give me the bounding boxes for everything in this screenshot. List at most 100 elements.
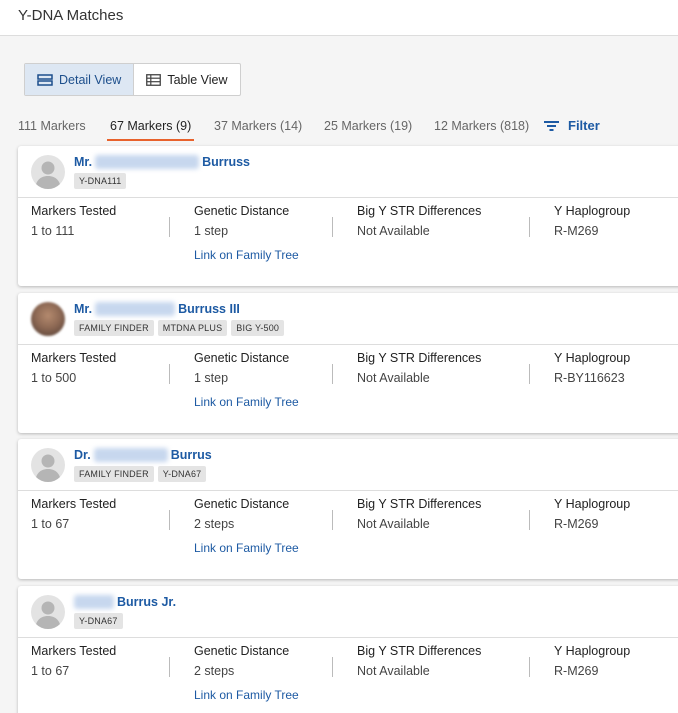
redacted-name xyxy=(95,302,176,316)
redacted-name xyxy=(74,595,114,609)
divider xyxy=(18,197,678,198)
genetic-distance-label: Genetic Distance xyxy=(194,644,290,658)
test-badges: Y-DNA111 xyxy=(74,173,127,189)
filter-icon xyxy=(544,120,559,131)
genetic-distance-column: Genetic Distance 1 step Link on Family Tre… xyxy=(194,351,299,409)
detail-view-label: Detail View xyxy=(59,72,122,87)
haplogroup-label: Y Haplogroup xyxy=(554,644,631,658)
haplogroup-value: R-M269 xyxy=(554,517,599,531)
markers-tested-value: 1 to 67 xyxy=(31,664,70,678)
test-badge: MTDNA PLUS xyxy=(157,320,228,336)
user-placeholder-icon xyxy=(35,161,61,189)
filter-label: Filter xyxy=(568,118,600,133)
test-badge: BIG Y-500 xyxy=(231,320,285,336)
tab-67-markers[interactable]: 67 Markers (9) xyxy=(106,119,195,141)
family-tree-link[interactable]: Link on Family Tree xyxy=(194,688,299,702)
haplogroup-label: Y Haplogroup xyxy=(554,351,631,365)
match-name-link[interactable]: Mr. Burruss xyxy=(74,155,250,169)
column-separator xyxy=(169,510,170,530)
divider xyxy=(18,637,678,638)
genetic-distance-column: Genetic Distance 1 step Link on Family Tre… xyxy=(194,204,299,262)
haplogroup-value: R-M269 xyxy=(554,664,599,678)
name-prefix: Dr. xyxy=(74,448,91,462)
tab-37-markers[interactable]: 37 Markers (14) xyxy=(214,119,302,133)
match-name-link[interactable]: Burrus Jr. xyxy=(74,595,176,609)
test-badge: Y-DNA111 xyxy=(74,173,127,189)
haplogroup-label: Y Haplogroup xyxy=(554,204,631,218)
match-card: Dr. Burrus FAMILY FINDER Y-DNA67 Markers … xyxy=(18,439,678,579)
match-card: Burrus Jr. Y-DNA67 Markers Tested 1 to 67… xyxy=(18,586,678,713)
divider xyxy=(18,490,678,491)
test-badges: FAMILY FINDER MTDNA PLUS BIG Y-500 xyxy=(74,320,285,336)
name-suffix: Burrus Jr. xyxy=(117,595,177,609)
match-card: Mr. Burruss III FAMILY FINDER MTDNA PLUS … xyxy=(18,293,678,433)
column-separator xyxy=(529,364,530,384)
avatar xyxy=(31,155,65,189)
detail-view-icon xyxy=(37,73,53,86)
name-prefix: Mr. xyxy=(74,155,93,169)
test-badge: FAMILY FINDER xyxy=(74,466,154,482)
column-separator xyxy=(529,657,530,677)
big-y-label: Big Y STR Differences xyxy=(357,204,482,218)
markers-tested-value: 1 to 111 xyxy=(31,224,75,238)
big-y-value: Not Available xyxy=(357,224,430,238)
genetic-distance-label: Genetic Distance xyxy=(194,497,290,511)
markers-tested-label: Markers Tested xyxy=(31,497,117,511)
markers-tested-label: Markers Tested xyxy=(31,351,117,365)
tab-111-markers[interactable]: 111 Markers xyxy=(18,119,86,133)
big-y-column: Big Y STR Differences Not Available xyxy=(357,644,481,678)
name-suffix: Burruss xyxy=(202,155,250,169)
name-suffix: Burruss III xyxy=(178,302,240,316)
tab-25-markers[interactable]: 25 Markers (19) xyxy=(324,119,412,133)
test-badges: FAMILY FINDER Y-DNA67 xyxy=(74,466,207,482)
avatar-photo xyxy=(31,302,65,336)
big-y-value: Not Available xyxy=(357,664,430,678)
column-separator xyxy=(529,510,530,530)
markers-tested-column: Markers Tested 1 to 111 xyxy=(31,204,116,238)
view-toggle: Detail View Table View xyxy=(24,63,241,96)
avatar xyxy=(31,595,65,629)
table-view-button[interactable]: Table View xyxy=(134,64,239,95)
big-y-value: Not Available xyxy=(357,517,430,531)
test-badges: Y-DNA67 xyxy=(74,613,123,629)
big-y-column: Big Y STR Differences Not Available xyxy=(357,204,481,238)
haplogroup-label: Y Haplogroup xyxy=(554,497,631,511)
filter-button[interactable]: Filter xyxy=(544,118,600,133)
big-y-label: Big Y STR Differences xyxy=(357,644,482,658)
column-separator xyxy=(169,657,170,677)
table-view-label: Table View xyxy=(167,72,228,87)
name-prefix: Mr. xyxy=(74,302,93,316)
test-badge: Y-DNA67 xyxy=(157,466,207,482)
column-separator xyxy=(332,657,333,677)
family-tree-link[interactable]: Link on Family Tree xyxy=(194,541,299,555)
page-title: Y-DNA Matches xyxy=(18,7,124,24)
family-tree-link[interactable]: Link on Family Tree xyxy=(194,248,299,262)
markers-tested-value: 1 to 500 xyxy=(31,371,77,385)
haplogroup-column: Y Haplogroup R-M269 xyxy=(554,644,630,678)
column-separator xyxy=(169,217,170,237)
top-bar: Y-DNA Matches xyxy=(0,0,678,36)
match-card: Mr. Burruss Y-DNA111 Markers Tested 1 to 1… xyxy=(18,146,678,286)
match-name-link[interactable]: Mr. Burruss III xyxy=(74,302,240,316)
markers-tested-column: Markers Tested 1 to 67 xyxy=(31,644,116,678)
test-badge: FAMILY FINDER xyxy=(74,320,154,336)
markers-tested-value: 1 to 67 xyxy=(31,517,70,531)
markers-tested-column: Markers Tested 1 to 500 xyxy=(31,351,116,385)
markers-tested-label: Markers Tested xyxy=(31,644,117,658)
markers-tested-column: Markers Tested 1 to 67 xyxy=(31,497,116,531)
match-name-link[interactable]: Dr. Burrus xyxy=(74,448,212,462)
avatar xyxy=(31,448,65,482)
genetic-distance-value: 2 steps xyxy=(194,664,235,678)
big-y-label: Big Y STR Differences xyxy=(357,497,482,511)
haplogroup-value: R-BY116623 xyxy=(554,371,625,385)
genetic-distance-value: 1 step xyxy=(194,224,229,238)
haplogroup-column: Y Haplogroup R-BY116623 xyxy=(554,351,630,385)
haplogroup-column: Y Haplogroup R-M269 xyxy=(554,204,630,238)
detail-view-button[interactable]: Detail View xyxy=(25,64,135,95)
genetic-distance-column: Genetic Distance 2 steps Link on Family Tr… xyxy=(194,497,299,555)
family-tree-link[interactable]: Link on Family Tree xyxy=(194,395,299,409)
redacted-name xyxy=(95,155,200,169)
column-separator xyxy=(332,510,333,530)
column-separator xyxy=(169,364,170,384)
tab-12-markers[interactable]: 12 Markers (818) xyxy=(434,119,529,133)
